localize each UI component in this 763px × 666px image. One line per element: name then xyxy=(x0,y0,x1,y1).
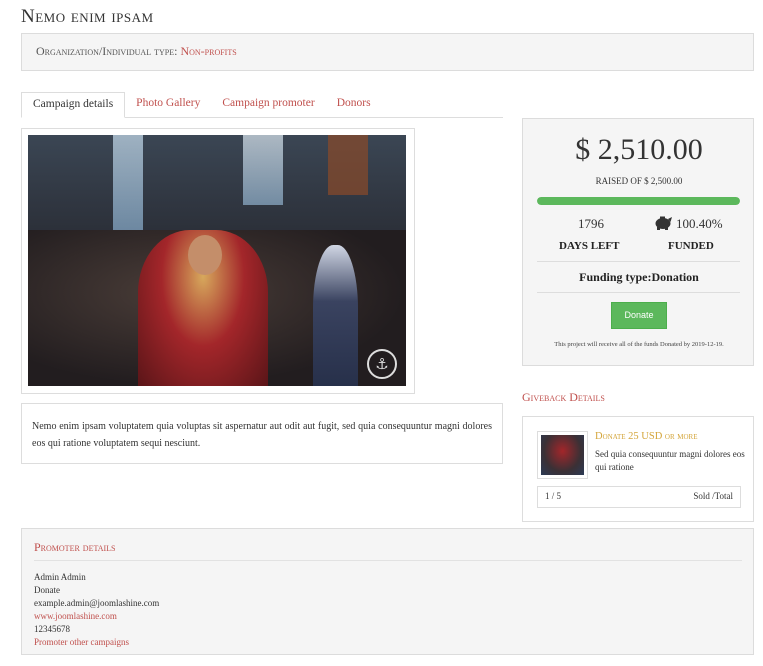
organization-type-box: Organization/Individual type: Non-profit… xyxy=(21,33,754,71)
tab-donors[interactable]: Donors xyxy=(326,92,382,118)
tab-campaign-details[interactable]: Campaign details xyxy=(21,92,126,118)
funding-progress-fill xyxy=(537,197,740,205)
promoter-website-link[interactable]: www.joomlashine.com xyxy=(34,611,117,621)
campaign-photo: ⚓ xyxy=(28,135,406,386)
donate-button[interactable]: Donate xyxy=(611,302,667,329)
promoter-email: example.admin@joomlashine.com xyxy=(34,598,160,608)
tab-photo-gallery[interactable]: Photo Gallery xyxy=(125,92,211,118)
giveback-sold-total: 1 / 5 Sold /Total xyxy=(537,486,741,508)
divider xyxy=(537,261,740,262)
piggy-bank-icon xyxy=(655,216,672,230)
giveback-sold-value: 1 / 5 xyxy=(545,491,562,501)
raised-amount: $ 2,510.00 xyxy=(575,133,703,166)
promoter-type: Donate xyxy=(34,585,60,595)
campaign-description-text: Nemo enim ipsam voluptatem quia voluptas… xyxy=(32,421,492,449)
funded-value: 100.40% xyxy=(676,216,723,231)
promoter-name: Admin Admin xyxy=(34,572,86,582)
campaign-description: Nemo enim ipsam voluptatem quia voluptas… xyxy=(21,403,503,464)
funding-type: Funding type:Donation xyxy=(579,270,699,284)
funding-progress-bar xyxy=(537,197,740,205)
promoter-phone: 12345678 xyxy=(34,624,70,634)
promoter-other-campaigns-link[interactable]: Promoter other campaigns xyxy=(34,637,129,647)
giveback-item-description: Sed quia consequuntur magni dolores eos … xyxy=(595,449,745,473)
days-left-label: DAYS LEFT xyxy=(559,240,620,252)
giveback-title: Giveback Details xyxy=(522,390,605,404)
ship-logo-icon: ⚓ xyxy=(367,349,397,379)
divider xyxy=(537,292,740,293)
funding-panel: $ 2,510.00 RAISED OF $ 2,500.00 1796 100… xyxy=(522,118,754,366)
page-title: Nemo enim ipsam xyxy=(21,6,154,27)
funded-label: FUNDED xyxy=(668,240,714,252)
funding-note: This project will receive all of the fun… xyxy=(554,341,724,348)
campaign-tabs: Campaign details Photo Gallery Campaign … xyxy=(21,92,503,118)
campaign-photo-frame: ⚓ xyxy=(21,128,415,394)
divider xyxy=(34,560,742,561)
promoter-details-panel: Promoter details Admin Admin Donate exam… xyxy=(21,528,754,655)
tab-campaign-promoter[interactable]: Campaign promoter xyxy=(211,92,325,118)
giveback-item-title[interactable]: Donate 25 USD or more xyxy=(595,431,697,442)
days-left-value: 1796 xyxy=(578,216,604,231)
organization-type-label: Organization/Individual type: xyxy=(36,44,178,58)
raised-goal: RAISED OF $ 2,500.00 xyxy=(595,176,683,186)
promoter-title: Promoter details xyxy=(34,540,116,554)
giveback-thumbnail xyxy=(537,431,588,479)
giveback-sold-label: Sold /Total xyxy=(693,491,733,501)
giveback-item: Donate 25 USD or more Sed quia consequun… xyxy=(522,416,754,522)
organization-type-value[interactable]: Non-profits xyxy=(180,44,236,58)
